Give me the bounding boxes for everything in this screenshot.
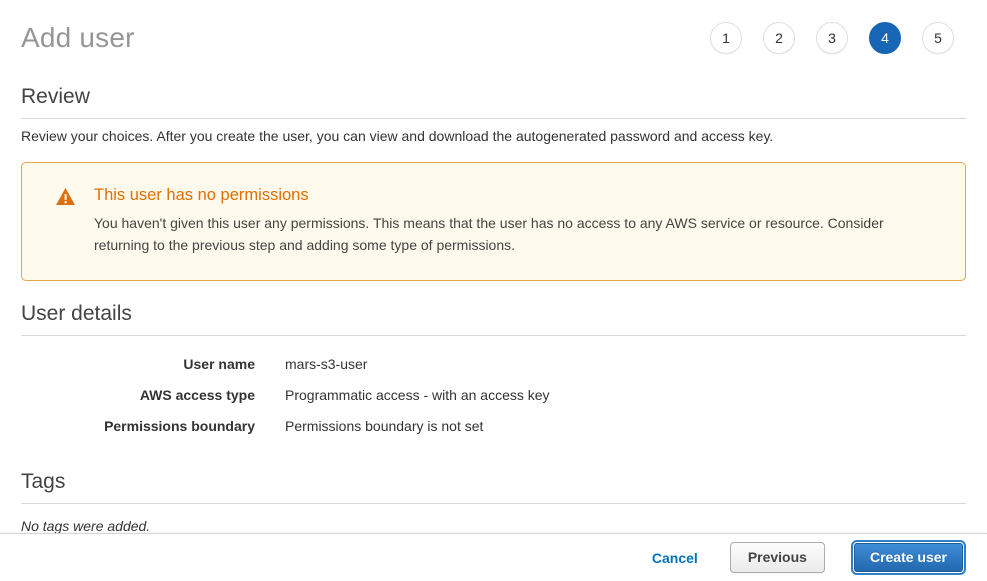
- tags-heading: Tags: [21, 470, 966, 504]
- warning-body: You haven't given this user any permissi…: [94, 212, 935, 256]
- tags-empty-message: No tags were added.: [21, 518, 966, 534]
- step-3[interactable]: 3: [816, 22, 848, 54]
- detail-row-permissions-boundary: Permissions boundary Permissions boundar…: [21, 411, 966, 442]
- warning-triangle-icon: [56, 188, 75, 205]
- create-user-button-focus-ring: Create user: [851, 540, 966, 575]
- detail-row-access-type: AWS access type Programmatic access - wi…: [21, 380, 966, 411]
- review-heading: Review: [21, 85, 966, 119]
- user-details-rows: User name mars-s3-user AWS access type P…: [21, 349, 966, 442]
- detail-row-user-name: User name mars-s3-user: [21, 349, 966, 380]
- tags-section: Tags No tags were added.: [21, 470, 966, 534]
- access-type-value: Programmatic access - with an access key: [285, 387, 550, 403]
- add-user-wizard: Add user 1 2 3 4 5 Review Review your ch…: [0, 0, 987, 534]
- step-indicator: 1 2 3 4 5: [710, 22, 966, 54]
- review-description: Review your choices. After you create th…: [21, 128, 966, 144]
- step-2[interactable]: 2: [763, 22, 795, 54]
- warning-title: This user has no permissions: [94, 186, 935, 205]
- review-section: Review Review your choices. After you cr…: [21, 85, 966, 144]
- step-4-active[interactable]: 4: [869, 22, 901, 54]
- no-permissions-warning: This user has no permissions You haven't…: [21, 162, 966, 281]
- wizard-header: Add user 1 2 3 4 5: [21, 0, 966, 62]
- step-1[interactable]: 1: [710, 22, 742, 54]
- user-details-heading: User details: [21, 302, 966, 336]
- access-type-label: AWS access type: [21, 387, 255, 403]
- create-user-button[interactable]: Create user: [854, 543, 963, 572]
- user-name-label: User name: [21, 356, 255, 372]
- permissions-boundary-value: Permissions boundary is not set: [285, 418, 483, 434]
- permissions-boundary-label: Permissions boundary: [21, 418, 255, 434]
- page-title: Add user: [21, 22, 135, 54]
- user-name-value: mars-s3-user: [285, 356, 367, 372]
- user-details-section: User details User name mars-s3-user AWS …: [21, 302, 966, 442]
- cancel-button[interactable]: Cancel: [652, 550, 698, 566]
- warning-text-block: This user has no permissions You haven't…: [94, 186, 935, 256]
- previous-button[interactable]: Previous: [730, 542, 825, 573]
- step-5[interactable]: 5: [922, 22, 954, 54]
- wizard-footer: Cancel Previous Create user: [0, 533, 987, 581]
